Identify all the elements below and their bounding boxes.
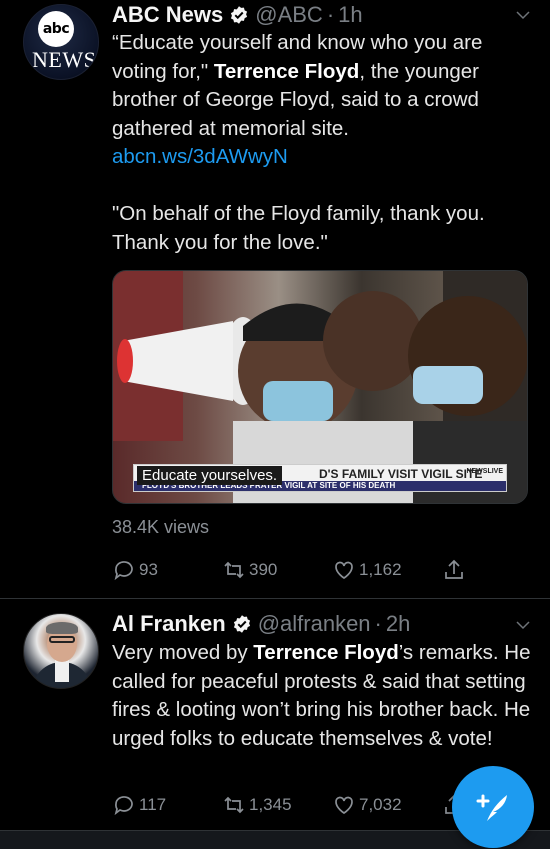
- reply-button[interactable]: 93: [112, 557, 158, 583]
- chevron-down-icon[interactable]: [514, 616, 532, 634]
- mention-bold: Terrence Floyd: [213, 59, 360, 83]
- compose-tweet-icon: [476, 794, 507, 821]
- avatar-shirt: [55, 660, 69, 682]
- handle[interactable]: @ABC: [255, 2, 323, 28]
- tweet-text: “Educate yourself and know who you are v…: [112, 29, 532, 257]
- avatar[interactable]: [23, 613, 99, 689]
- reply-count: 93: [139, 560, 158, 579]
- abc-logo: abc: [38, 11, 74, 47]
- retweet-button[interactable]: 1,345: [222, 792, 292, 818]
- view-count: 38.4K views: [112, 517, 210, 537]
- display-name[interactable]: Al Franken: [112, 611, 226, 637]
- lower-third-headline: D'S FAMILY VISIT VIGIL SITE: [319, 467, 483, 481]
- like-button[interactable]: 7,032: [332, 792, 402, 818]
- retweet-count: 1,345: [249, 795, 292, 814]
- timestamp[interactable]: 2h: [386, 611, 410, 637]
- reply-button[interactable]: 117: [112, 792, 166, 818]
- handle[interactable]: @alfranken: [258, 611, 371, 637]
- timestamp[interactable]: 1h: [338, 2, 362, 28]
- tweet-header: ABC News @ABC · 1h: [112, 0, 363, 30]
- video-player[interactable]: D'S FAMILY VISIT VIGIL SITE FLOYD'S BROT…: [112, 270, 528, 504]
- avatar-glasses: [49, 636, 75, 643]
- chevron-down-icon[interactable]: [514, 6, 532, 24]
- retweet-button[interactable]: 390: [222, 557, 277, 583]
- retweet-icon: [224, 796, 244, 814]
- newslive-badge: NEWSLIVE: [466, 468, 503, 475]
- like-count: 7,032: [359, 795, 402, 814]
- compose-tweet-button[interactable]: [452, 766, 534, 848]
- separator: ·: [326, 2, 335, 27]
- tweet-abc-news[interactable]: abc NEWS ABC News @ABC · 1h “Educate you…: [0, 0, 550, 598]
- video-caption: Educate yourselves.: [137, 466, 283, 485]
- avatar-news-word: NEWS: [32, 47, 97, 72]
- reply-count: 117: [139, 795, 167, 814]
- tweet-text-part: Very moved by: [112, 641, 254, 664]
- reply-icon: [114, 796, 133, 816]
- tweet-link[interactable]: abcn.ws/3dAWwyN: [112, 145, 288, 168]
- avatar[interactable]: abc NEWS: [23, 4, 99, 80]
- verified-icon: [233, 615, 250, 633]
- retweet-count: 390: [249, 560, 278, 579]
- like-icon: [335, 561, 353, 580]
- mention-bold: Terrence Floyd: [253, 641, 399, 664]
- tweet-header: Al Franken @alfranken · 2h: [112, 609, 410, 639]
- avatar-hair: [46, 622, 78, 634]
- tweet-quote: "On behalf of the Floyd family, thank yo…: [112, 202, 485, 254]
- like-button[interactable]: 1,162: [332, 557, 402, 583]
- share-button[interactable]: [442, 557, 469, 583]
- verified-icon: [231, 6, 248, 24]
- like-icon: [335, 796, 353, 815]
- reply-icon: [114, 561, 133, 581]
- display-name[interactable]: ABC News: [112, 2, 223, 28]
- tweet-text: Very moved by Terrence Floyd’s remarks. …: [112, 639, 532, 753]
- like-count: 1,162: [359, 560, 402, 579]
- share-icon: [445, 559, 463, 579]
- separator: ·: [374, 611, 382, 636]
- retweet-icon: [224, 561, 244, 579]
